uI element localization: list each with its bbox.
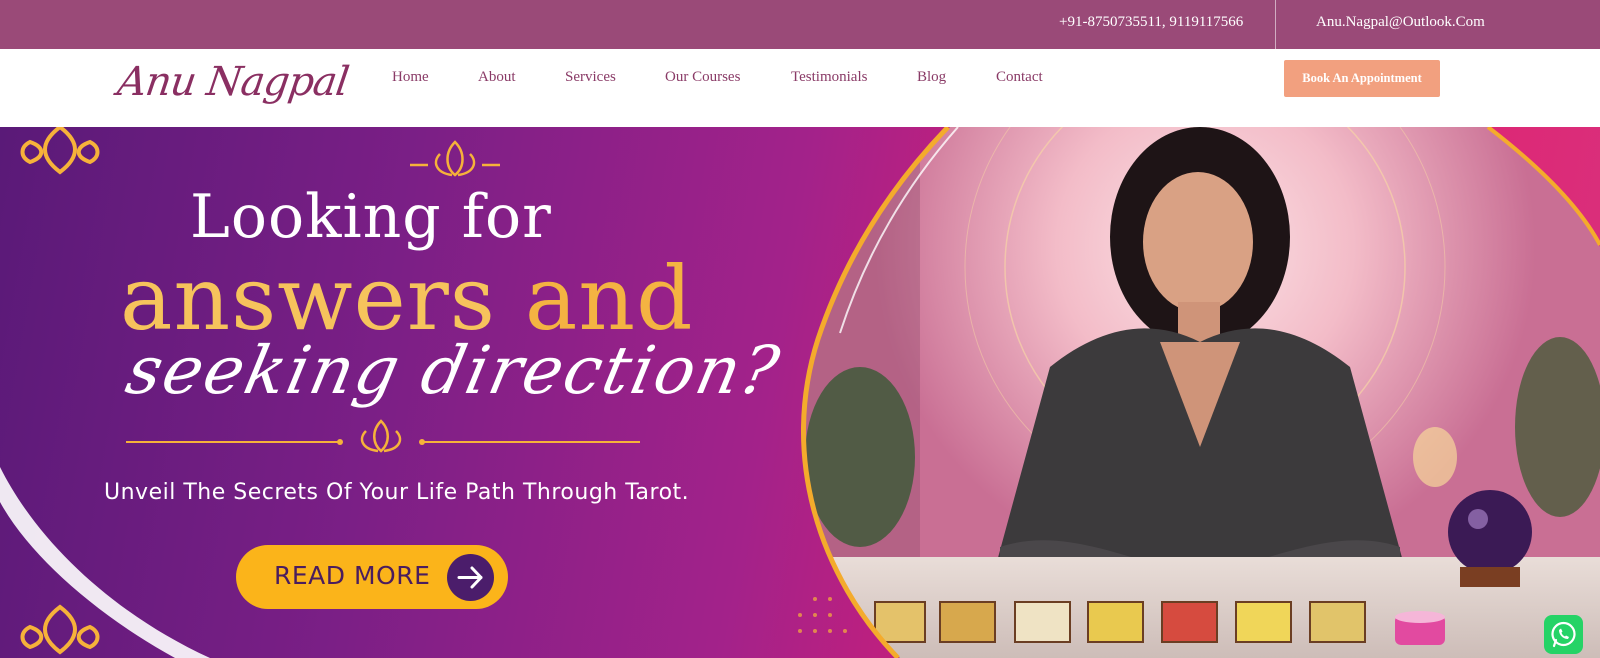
ornament-icon <box>20 127 100 175</box>
nav-testimonials[interactable]: Testimonials <box>791 69 867 86</box>
site-header: Anu Nagpal Home About Services Our Cours… <box>0 49 1600 127</box>
top-contact-bar: +91-8750735511, 9119117566 Anu.Nagpal@Ou… <box>0 0 1600 49</box>
whatsapp-icon[interactable] <box>1544 615 1583 654</box>
hero-banner: Looking for answers and seeking directio… <box>0 127 1600 658</box>
nav-services[interactable]: Services <box>565 69 616 86</box>
lotus-icon <box>410 140 500 177</box>
hero-headline-line3: seeking direction? <box>119 332 788 409</box>
read-more-button[interactable]: READ MORE <box>236 545 508 609</box>
topbar-divider <box>1275 0 1276 49</box>
book-appointment-button[interactable]: Book An Appointment <box>1284 60 1440 97</box>
read-more-label: READ MORE <box>274 561 431 590</box>
nav-home[interactable]: Home <box>392 69 429 86</box>
logo[interactable]: Anu Nagpal <box>115 59 351 105</box>
nav-contact[interactable]: Contact <box>996 69 1043 86</box>
phone-number[interactable]: +91-8750735511, 9119117566 <box>1059 14 1243 31</box>
email-address[interactable]: Anu.Nagpal@Outlook.Com <box>1316 14 1485 31</box>
arrow-right-icon <box>447 554 494 601</box>
nav-our-courses[interactable]: Our Courses <box>665 69 740 86</box>
nav-blog[interactable]: Blog <box>917 69 946 86</box>
nav-about[interactable]: About <box>478 69 516 86</box>
hero-headline-line1: Looking for <box>190 182 552 252</box>
hero-subtitle: Unveil The Secrets Of Your Life Path Thr… <box>104 480 690 505</box>
